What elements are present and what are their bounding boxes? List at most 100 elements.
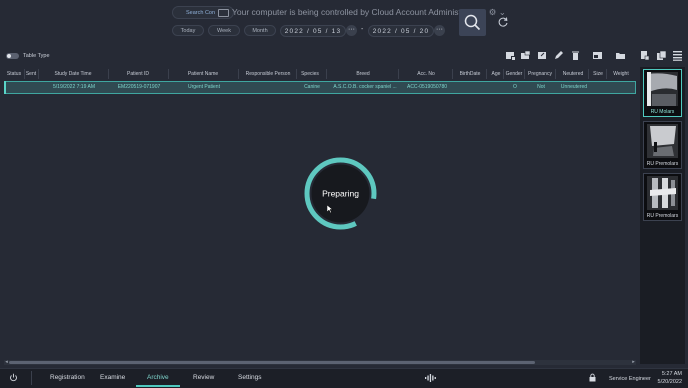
- document-add-icon[interactable]: [639, 50, 650, 61]
- column-header-neutered[interactable]: Neutered: [556, 69, 590, 79]
- cell-breed: A.S.C.O.B. cocker spaniel ...: [333, 84, 397, 90]
- cell-study-date-time: 5/19/2022 7:19 AM: [53, 84, 95, 90]
- nav-archive[interactable]: Archive: [147, 374, 169, 381]
- cell-neutered: Unneutered: [560, 84, 588, 90]
- column-divider: [326, 69, 327, 79]
- column-divider: [486, 69, 487, 79]
- mouse-cursor-icon: [327, 205, 333, 213]
- signal-bars-icon[interactable]: [425, 374, 437, 382]
- cell-status: [5, 82, 25, 93]
- lock-icon[interactable]: [588, 373, 597, 382]
- cell-weight: [609, 82, 635, 93]
- thumbnail-label: RU Premolars: [646, 161, 679, 167]
- date-to-field[interactable]: 2022 / 05 / 20: [368, 25, 434, 37]
- column-divider: [24, 69, 25, 79]
- column-header-size[interactable]: Size: [590, 69, 606, 79]
- cell-species: Canine: [304, 84, 320, 90]
- cell-responsible-person: [239, 82, 299, 93]
- cell-gender: O: [513, 84, 517, 90]
- month-button[interactable]: Month: [244, 25, 276, 36]
- thumbnail-ru-molars[interactable]: RU Molars: [643, 69, 682, 117]
- column-header-patient-name[interactable]: Patient Name: [168, 69, 238, 79]
- thumbnail-ru-premolars[interactable]: RU Premolars: [643, 121, 682, 169]
- today-button[interactable]: Today: [172, 25, 204, 36]
- date-from-picker-button[interactable]: ···: [346, 25, 357, 36]
- column-header-weight[interactable]: Weight: [608, 69, 634, 79]
- scrollbar-thumb[interactable]: [9, 361, 535, 364]
- column-header-acc-no[interactable]: Acc. No: [400, 69, 452, 79]
- column-divider: [168, 69, 169, 79]
- edit-icon[interactable]: [553, 50, 564, 61]
- xray-image: [647, 176, 678, 210]
- column-divider: [524, 69, 525, 79]
- scroll-left-arrow-icon[interactable]: ◂: [4, 359, 9, 365]
- list-icon[interactable]: [672, 50, 683, 61]
- column-header-birthdate[interactable]: BirthDate: [452, 69, 488, 79]
- delete-icon[interactable]: [570, 50, 581, 61]
- date-from-field[interactable]: 2022 / 05 / 13: [280, 25, 346, 37]
- column-divider: [452, 69, 453, 79]
- row-selection-marker: [4, 81, 6, 94]
- remote-control-banner: Your computer is being controlled by Clo…: [206, 4, 506, 20]
- column-divider: [606, 69, 607, 79]
- column-header-patient-id[interactable]: Patient ID: [108, 69, 168, 79]
- cell-size: [591, 82, 607, 93]
- refresh-icon: [498, 17, 508, 27]
- column-header-pregnancy[interactable]: Pregnancy: [524, 69, 556, 79]
- search-button[interactable]: [459, 9, 486, 36]
- folder-icon[interactable]: [592, 50, 603, 61]
- column-header-age[interactable]: Age: [488, 69, 504, 79]
- nav-settings[interactable]: Settings: [238, 374, 262, 381]
- column-divider: [108, 69, 109, 79]
- folder-add-icon[interactable]: [505, 50, 516, 61]
- table-row[interactable]: 5/19/2022 7:19 AM EM220519-071907 Urgent…: [4, 81, 636, 94]
- column-header-responsible-person[interactable]: Responsible Person: [238, 69, 298, 79]
- column-divider: [296, 69, 297, 79]
- folder-move-icon[interactable]: [520, 50, 531, 61]
- table-type-label: Table Type: [23, 53, 50, 59]
- thumbnail-label: RU Premolars: [646, 213, 679, 219]
- column-divider: [398, 69, 399, 79]
- scroll-right-arrow-icon[interactable]: ▸: [631, 359, 636, 365]
- nav-divider: [31, 371, 32, 385]
- cell-patient-id: EM220519-071907: [117, 84, 161, 90]
- date-to-picker-button[interactable]: ···: [434, 25, 445, 36]
- column-header-breed[interactable]: Breed: [326, 69, 400, 79]
- column-divider: [503, 69, 504, 79]
- thumbnail-label: RU Molars: [650, 109, 675, 115]
- table-header: Status Sent Study Date Time Patient ID P…: [4, 69, 636, 79]
- date-range-separator: -: [361, 26, 364, 33]
- cell-age: [489, 82, 505, 93]
- copy-icon[interactable]: [656, 50, 667, 61]
- thumbnail-ru-premolars[interactable]: RU Premolars: [643, 173, 682, 221]
- table-type-toggle[interactable]: [6, 53, 19, 59]
- cell-birthdate: [453, 82, 489, 93]
- nav-review[interactable]: Review: [193, 374, 214, 381]
- nav-examine[interactable]: Examine: [100, 374, 125, 381]
- cell-acc-no: ACC-0519050780: [406, 84, 448, 90]
- cell-sent: [25, 82, 39, 93]
- current-user[interactable]: Service Engineer: [609, 376, 651, 382]
- column-divider: [38, 69, 39, 79]
- column-divider: [238, 69, 239, 79]
- cell-patient-name: Urgent Patient: [188, 84, 220, 90]
- preparing-spinner: Preparing: [304, 157, 378, 230]
- cell-pregnancy: Not: [537, 84, 545, 90]
- power-icon[interactable]: [9, 373, 18, 382]
- nav-registration[interactable]: Registration: [50, 374, 85, 381]
- column-header-status[interactable]: Status: [4, 69, 24, 79]
- column-header-study-date-time[interactable]: Study Date Time: [38, 69, 108, 79]
- settings-icon[interactable]: ⚙: [489, 7, 497, 17]
- export-icon[interactable]: [537, 50, 548, 61]
- column-header-gender[interactable]: Gender: [504, 69, 524, 79]
- column-header-species[interactable]: Species: [298, 69, 322, 79]
- column-divider: [555, 69, 556, 79]
- clock-date: 5/20/2022: [657, 379, 682, 385]
- clock: 5:27 AM 5/20/2022: [650, 370, 682, 386]
- column-header-sent[interactable]: Sent: [24, 69, 38, 79]
- remote-banner-text: Your computer is being controlled by Clo…: [232, 7, 479, 17]
- refresh-button[interactable]: [497, 16, 509, 28]
- clock-time: 5:27 AM: [661, 371, 682, 377]
- week-button[interactable]: Week: [208, 25, 240, 36]
- open-folder-icon[interactable]: [615, 50, 626, 61]
